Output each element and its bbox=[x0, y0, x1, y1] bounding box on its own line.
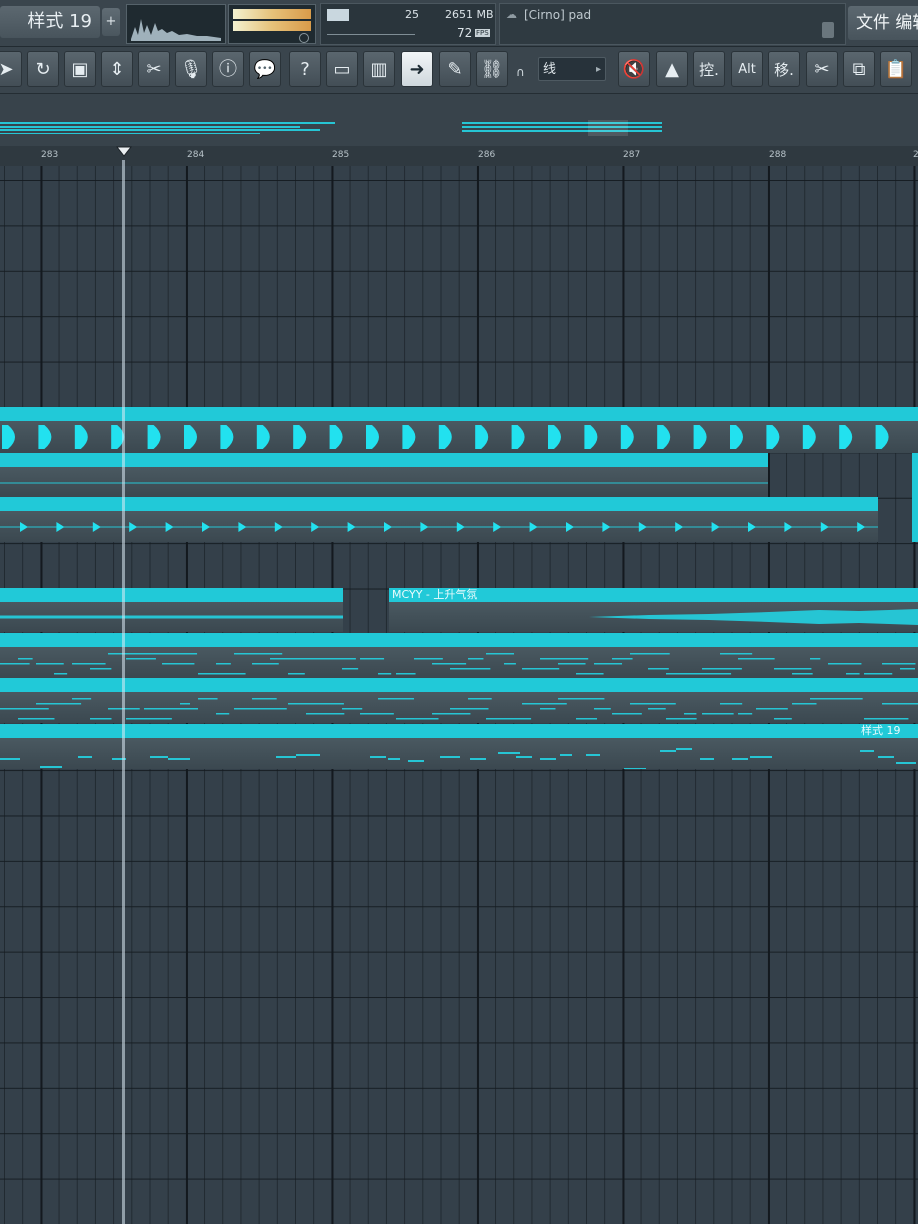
playhead-line bbox=[122, 160, 125, 1224]
snap-value: 线 bbox=[543, 62, 557, 77]
timeline-ruler[interactable]: 283 284 285 286 287 288 2 bbox=[0, 146, 918, 167]
hint-text: [Cirno] pad bbox=[524, 8, 592, 22]
playlist-toolbar: ➤ ↻ ▣ ⇕ ✂ 🎙 ⓘ 💬 ? ▭ ▥ ➜ ✎ ⛓ ∩ 线 ▸ 🔇 ▲ 控.… bbox=[0, 47, 918, 94]
pattern-selector[interactable]: 样式 19 bbox=[0, 6, 100, 38]
clip-kick[interactable] bbox=[0, 407, 918, 453]
hint-bar: ☁ [Cirno] pad bbox=[499, 3, 846, 45]
clip-audio-1[interactable] bbox=[0, 588, 343, 632]
clip-chords-2[interactable] bbox=[0, 678, 918, 723]
clip-audio-label: MCYY - 上升气氛 bbox=[392, 588, 478, 601]
bar-number: 2 bbox=[913, 150, 918, 160]
split-icon[interactable]: ⇕ bbox=[101, 51, 133, 87]
oscilloscope-monitor bbox=[126, 4, 226, 44]
waveform-icon bbox=[131, 19, 221, 41]
overview-viewport[interactable] bbox=[588, 120, 628, 136]
bar-number: 283 bbox=[41, 150, 59, 160]
piano-icon[interactable]: ▥ bbox=[363, 51, 395, 87]
master-volume-meter[interactable] bbox=[228, 4, 316, 44]
plugin-icon bbox=[822, 22, 834, 38]
snap-selector[interactable]: 线 ▸ bbox=[538, 57, 606, 81]
main-menu[interactable]: 文件 编辑 bbox=[848, 6, 918, 40]
bar-number: 285 bbox=[332, 150, 350, 160]
move-button[interactable]: 移. bbox=[768, 51, 800, 87]
polyphony-value: 72 bbox=[457, 26, 473, 40]
paste-icon[interactable]: 📋 bbox=[880, 51, 912, 87]
scissors-icon[interactable]: ✂ bbox=[806, 51, 838, 87]
bar-number: 288 bbox=[769, 150, 787, 160]
stamp-icon[interactable]: ▲ bbox=[656, 51, 688, 87]
bar-number: 284 bbox=[187, 150, 205, 160]
clip-chords-1[interactable] bbox=[0, 633, 918, 678]
bar-number: 286 bbox=[478, 150, 496, 160]
fps-badge: FPS bbox=[475, 29, 490, 37]
control-button[interactable]: 控. bbox=[693, 51, 725, 87]
draw-arrow-icon[interactable]: ➜ bbox=[401, 51, 433, 87]
info-icon[interactable]: ⓘ bbox=[212, 51, 244, 87]
link-icon[interactable]: ⛓ bbox=[476, 51, 508, 87]
clip-pattern-label: 样式 19 bbox=[861, 724, 901, 737]
clip-hats-continuation[interactable] bbox=[912, 497, 918, 542]
bar-number: 287 bbox=[623, 150, 641, 160]
chevron-right-icon: ▸ bbox=[595, 64, 601, 75]
overview-clips bbox=[0, 120, 662, 136]
clip-pattern-19[interactable]: 样式 19 bbox=[858, 724, 918, 769]
clip-lead[interactable] bbox=[0, 453, 768, 497]
clip-lead-continuation[interactable] bbox=[912, 453, 918, 497]
pattern-icon[interactable]: ▭ bbox=[326, 51, 358, 87]
cpu-value: 25 bbox=[405, 8, 419, 21]
copy-icon[interactable]: ⧉ bbox=[843, 51, 875, 87]
eye-icon[interactable] bbox=[299, 33, 309, 43]
speech-icon[interactable]: 💬 bbox=[249, 51, 281, 87]
clip-hats[interactable] bbox=[0, 497, 878, 542]
pen-icon[interactable]: ✎ bbox=[439, 51, 471, 87]
cpu-memory-panel: 25 2651 MB 72 FPS bbox=[320, 3, 496, 45]
add-pattern-button[interactable]: + bbox=[102, 8, 120, 36]
memory-value: 2651 MB bbox=[445, 8, 494, 21]
magnet-icon: ∩ bbox=[516, 65, 525, 79]
cut-icon[interactable]: ✂ bbox=[138, 51, 170, 87]
loop-icon[interactable]: ↻ bbox=[27, 51, 59, 87]
alt-button[interactable]: Alt bbox=[731, 51, 763, 87]
playlist-grid[interactable]: MCYY - 上升气氛 样式 19 bbox=[0, 166, 918, 1224]
clip-melody[interactable] bbox=[0, 724, 858, 769]
microphone-icon[interactable]: 🎙 bbox=[175, 51, 207, 87]
save-icon[interactable]: ▣ bbox=[64, 51, 96, 87]
mute-icon[interactable]: 🔇 bbox=[618, 51, 650, 87]
cpu-meter-fill bbox=[327, 9, 349, 21]
playlist-overview[interactable] bbox=[0, 94, 918, 146]
help-button[interactable]: ? bbox=[289, 51, 321, 87]
top-panel: 样式 19 + 25 2651 MB 72 FPS ☁ [Cirno] pad … bbox=[0, 0, 918, 47]
arrow-right-icon[interactable]: ➤ bbox=[0, 51, 22, 87]
playhead-marker-icon[interactable] bbox=[116, 146, 132, 158]
cloud-icon: ☁ bbox=[506, 8, 517, 21]
clip-audio-riser[interactable]: MCYY - 上升气氛 bbox=[389, 588, 918, 632]
